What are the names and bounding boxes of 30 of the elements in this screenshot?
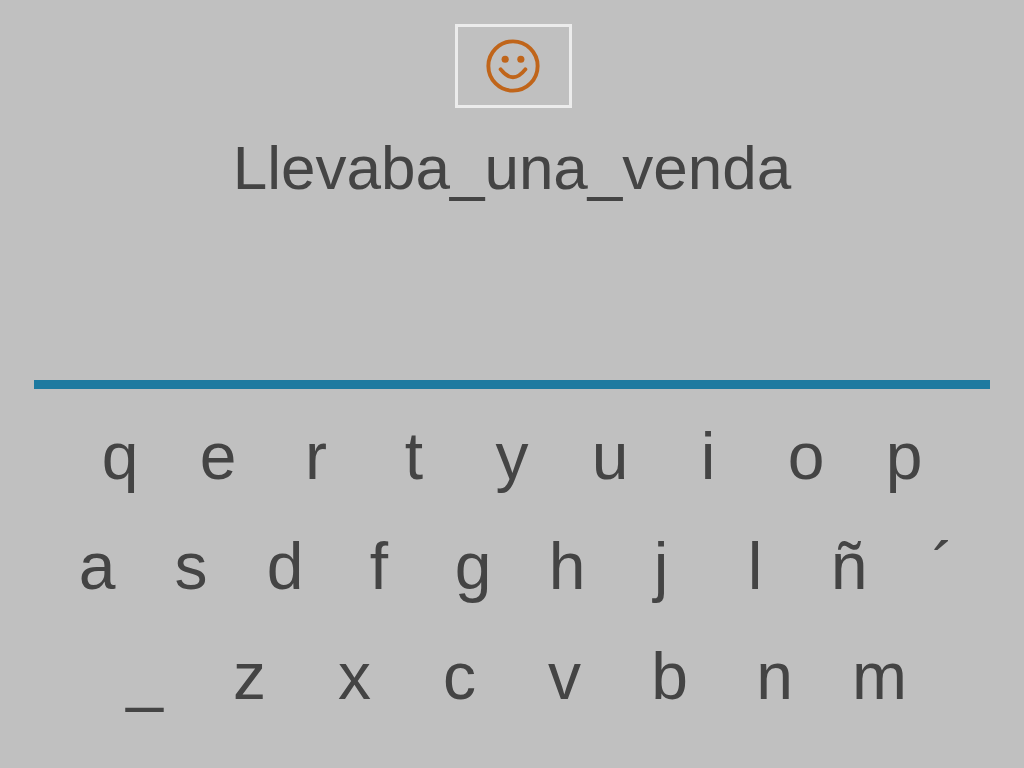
key-button[interactable]: p <box>855 406 953 506</box>
key-button[interactable]: q <box>71 406 169 506</box>
smiley-icon <box>485 38 541 94</box>
key-button[interactable]: u <box>561 406 659 506</box>
key-button[interactable]: z <box>197 626 302 726</box>
key-button[interactable]: c <box>407 626 512 726</box>
key-button[interactable]: a <box>50 516 144 616</box>
key-button[interactable]: ´ <box>896 516 990 616</box>
key-button[interactable]: _ <box>92 626 197 726</box>
key-button[interactable]: x <box>302 626 407 726</box>
key-button[interactable]: d <box>238 516 332 616</box>
key-button[interactable]: l <box>708 516 802 616</box>
key-button[interactable]: m <box>827 626 932 726</box>
key-button[interactable]: s <box>144 516 238 616</box>
key-button[interactable]: i <box>659 406 757 506</box>
phrase-text: Llevaba_una_venda <box>232 132 792 204</box>
key-button[interactable]: v <box>512 626 617 726</box>
key-button[interactable]: j <box>614 516 708 616</box>
key-button[interactable]: e <box>169 406 267 506</box>
key-button[interactable]: f <box>332 516 426 616</box>
key-button[interactable]: r <box>267 406 365 506</box>
hint-button[interactable] <box>454 24 572 108</box>
key-button[interactable]: g <box>426 516 520 616</box>
key-button[interactable]: t <box>365 406 463 506</box>
key-button[interactable]: b <box>617 626 722 726</box>
key-button[interactable]: ñ <box>802 516 896 616</box>
key-button[interactable]: y <box>463 406 561 506</box>
key-button[interactable]: h <box>520 516 614 616</box>
key-button[interactable]: n <box>722 626 827 726</box>
key-button[interactable]: o <box>757 406 855 506</box>
